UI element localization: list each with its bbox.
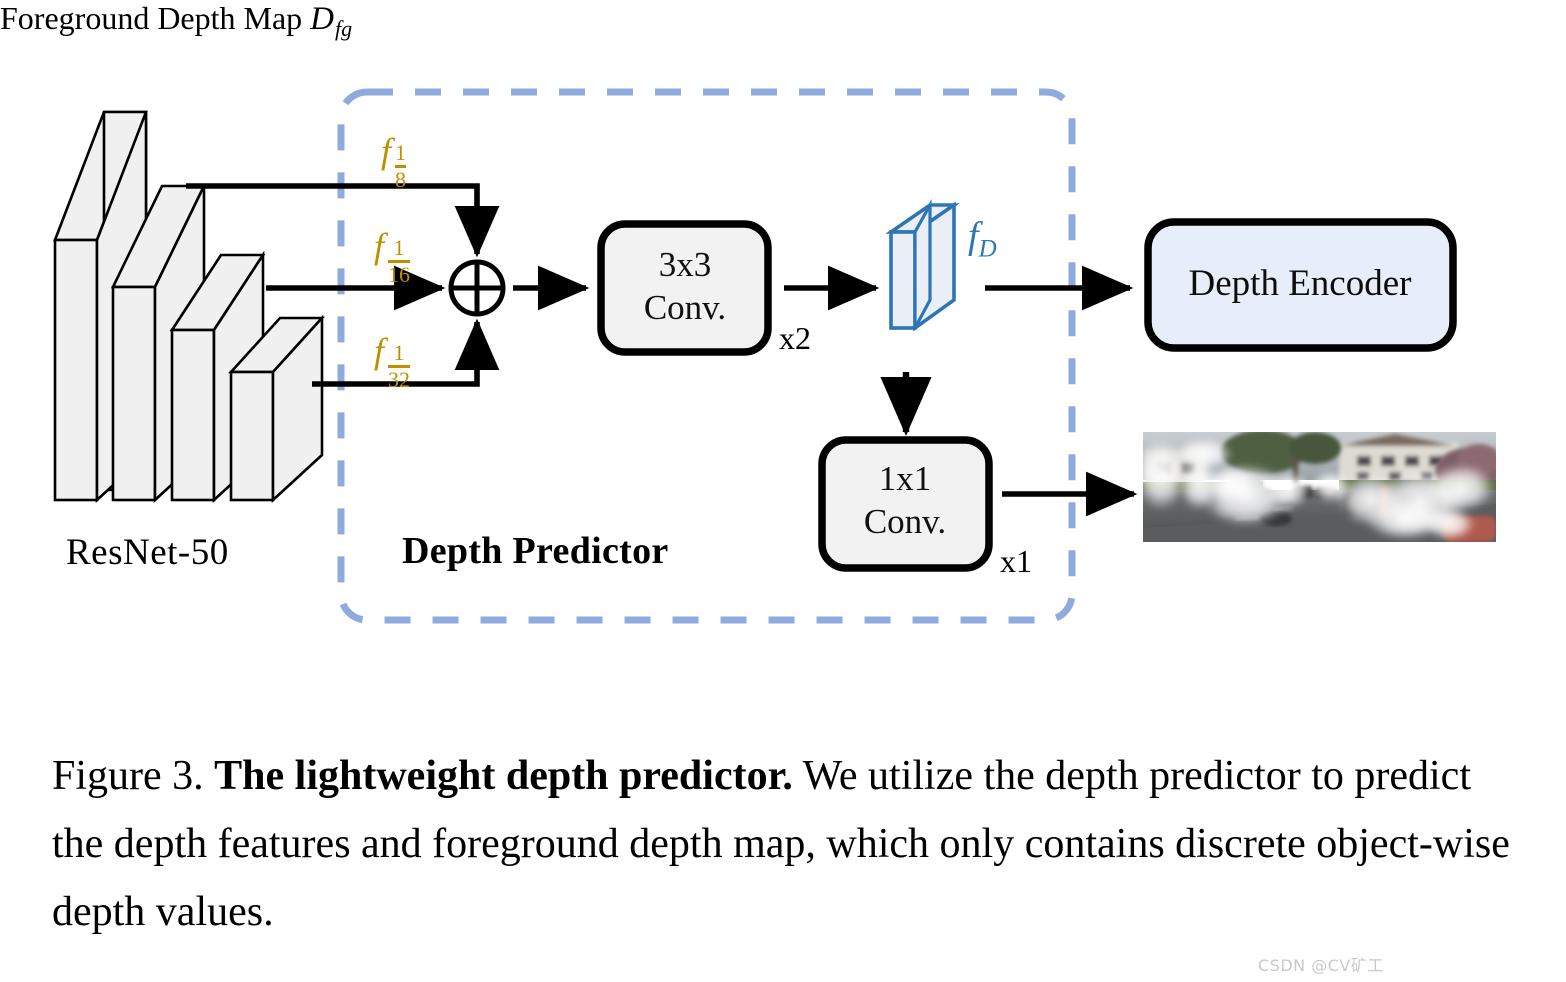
depth-predictor-group-label: Depth Predictor xyxy=(402,530,669,572)
feature-label-f-1-32: f 1 32 xyxy=(374,331,411,391)
feature-base-symbol: f xyxy=(381,131,392,171)
fd-feature-block xyxy=(885,198,960,332)
sum-plus-icon xyxy=(448,259,506,317)
depth-encoder-label: Depth Encoder xyxy=(1188,263,1412,304)
feature-base-symbol: f xyxy=(374,226,385,266)
resnet-backbone-label: ResNet-50 xyxy=(66,532,229,573)
conv-3x3-label: 3x3 Conv. xyxy=(600,244,770,329)
skip-connection-f8 xyxy=(186,183,500,258)
fraction-denominator: 16 xyxy=(388,260,411,288)
conv-1x1-type: Conv. xyxy=(863,501,947,541)
conv-3x3-kernel: 3x3 xyxy=(658,245,712,284)
feature-label-f-1-16: f 1 16 xyxy=(374,226,411,286)
feature-fraction: 1 16 xyxy=(388,235,411,288)
feature-fraction: 1 8 xyxy=(395,140,407,193)
conv-3x3-repeat-label: x2 xyxy=(779,320,811,356)
fd-subscript: D xyxy=(978,235,997,263)
fraction-denominator: 8 xyxy=(395,165,407,193)
figure-caption: Figure 3. The lightweight depth predicto… xyxy=(52,742,1522,946)
conv-1x1-kernel: 1x1 xyxy=(878,459,932,498)
caption-prefix: Figure 3. xyxy=(52,753,215,799)
feature-label-f-1-8: f 1 8 xyxy=(381,131,407,191)
fraction-numerator: 1 xyxy=(393,235,405,260)
fraction-numerator: 1 xyxy=(395,140,407,165)
fd-feature-label: fD xyxy=(968,214,997,264)
conv-1x1-repeat-label: x1 xyxy=(1000,543,1032,579)
feature-fraction: 1 32 xyxy=(388,340,411,393)
fd-symbol: f xyxy=(968,215,979,257)
caption-bold-title: The lightweight depth predictor. xyxy=(214,753,793,799)
foreground-depth-map-image xyxy=(1143,432,1496,542)
conv-3x3-type: Conv. xyxy=(643,287,727,327)
figure-3-root: f 1 8 f 1 16 f 1 32 fD 3x3 Conv. x2 1x1 … xyxy=(0,0,1566,982)
fraction-denominator: 32 xyxy=(388,365,411,393)
feature-base-symbol: f xyxy=(374,331,385,371)
conv-1x1-label: 1x1 Conv. xyxy=(820,458,990,543)
fraction-numerator: 1 xyxy=(393,340,405,365)
csdn-watermark: CSDN @CV矿工 xyxy=(1258,956,1384,975)
